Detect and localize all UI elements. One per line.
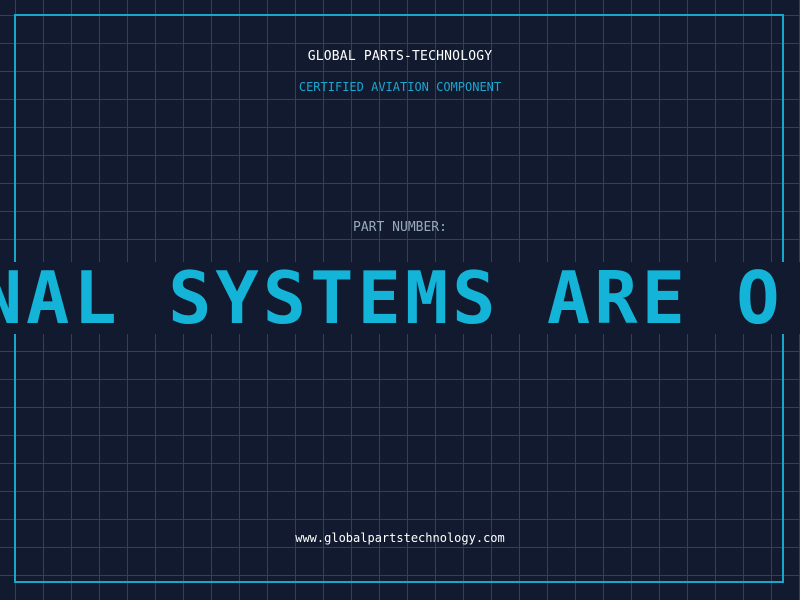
part-number-label: PART NUMBER: xyxy=(353,220,447,235)
marquee-band: MINAL SYSTEMS ARE O xyxy=(0,262,800,334)
scrolling-marquee-text: MINAL SYSTEMS ARE O xyxy=(0,262,784,334)
certification-subtitle: CERTIFIED AVIATION COMPONENT xyxy=(298,80,502,94)
display-screen: GLOBAL PARTS-TECHNOLOGY CERTIFIED AVIATI… xyxy=(0,0,800,600)
website-url: www.globalpartstechnology.com xyxy=(295,531,505,545)
company-name: GLOBAL PARTS-TECHNOLOGY xyxy=(307,49,493,64)
